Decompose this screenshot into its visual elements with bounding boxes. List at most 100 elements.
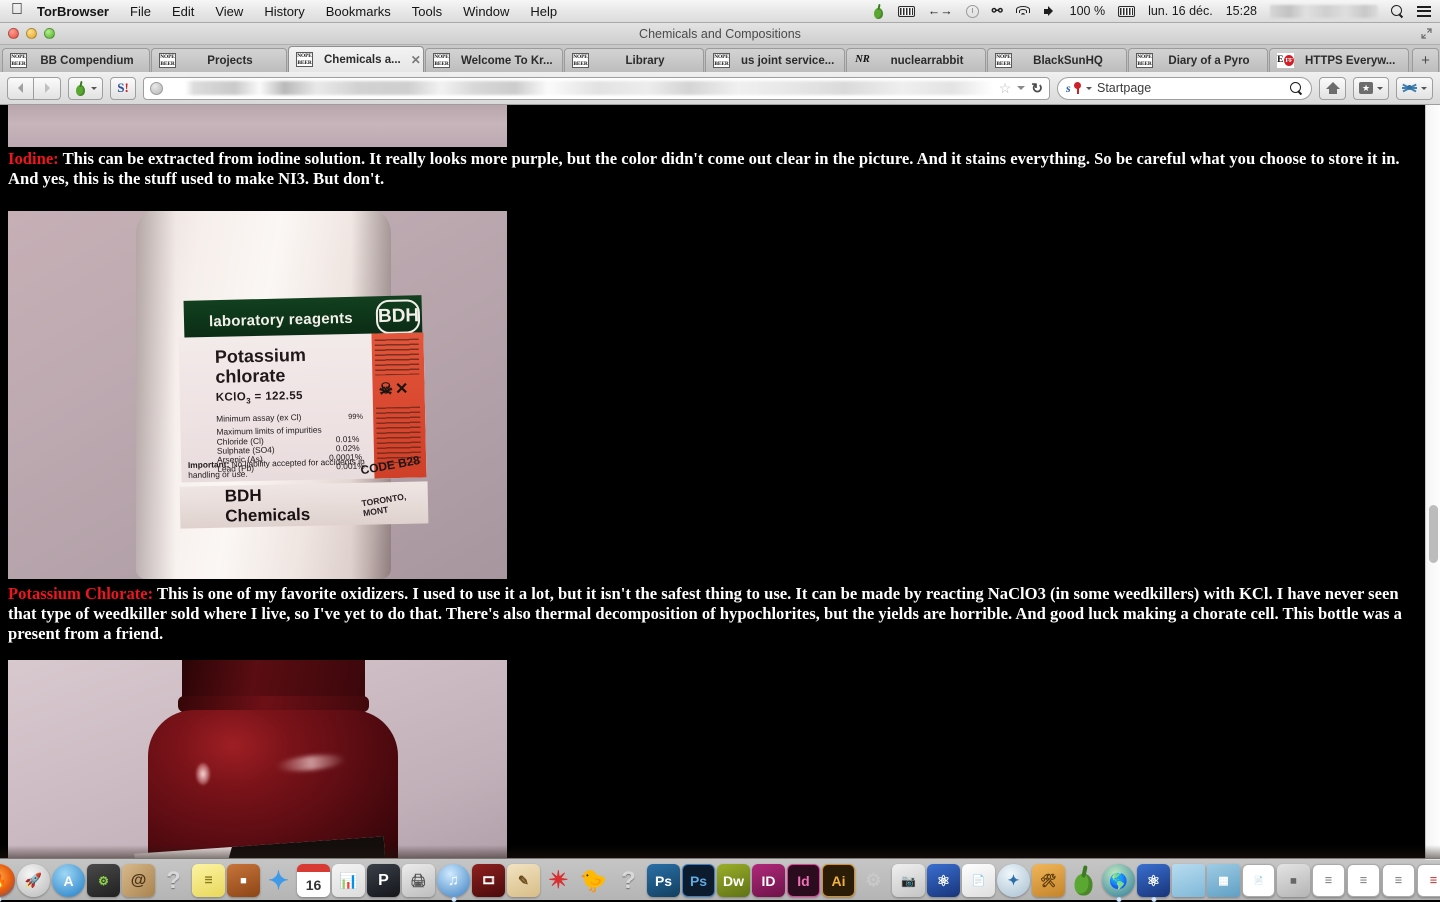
dock-item-photoshop[interactable]: Ps: [647, 864, 680, 897]
dock-item-text-editor[interactable]: ✎: [507, 864, 540, 897]
search-icon[interactable]: [1290, 82, 1303, 95]
minimize-button[interactable]: [26, 28, 37, 39]
user-name-redacted[interactable]: [1270, 5, 1378, 18]
tab-diary-of-a-pyro[interactable]: NOPEBEER Diary of a Pyro: [1128, 48, 1268, 72]
dock-item-calendar[interactable]: 16: [297, 864, 330, 897]
menu-item-edit[interactable]: Edit: [172, 4, 194, 19]
menu-item-tools[interactable]: Tools: [412, 4, 442, 19]
dock-item-transmission-2[interactable]: ⚛: [1137, 864, 1170, 897]
new-tab-button[interactable]: +: [1412, 48, 1439, 72]
menu-item-app[interactable]: TorBrowser: [37, 4, 109, 19]
search-bar[interactable]: s Startpage: [1057, 77, 1312, 100]
noscript-button[interactable]: [1396, 77, 1433, 100]
forward-arrow-icon[interactable]: [34, 77, 61, 100]
search-icon[interactable]: [1391, 5, 1404, 18]
tab-welcome-to-kr[interactable]: NOPEBEER Welcome To Kr...: [425, 48, 563, 72]
scrollbar-thumb[interactable]: [1429, 505, 1438, 563]
dock-item-address-book[interactable]: @: [122, 864, 155, 897]
dock-item-keynote[interactable]: ■: [227, 864, 260, 897]
tab-https-everywhere[interactable]: EFF HTTPS Everyw...: [1269, 48, 1409, 72]
battery-charging-icon[interactable]: [1118, 6, 1135, 17]
dock-item-app-store[interactable]: A: [52, 864, 85, 897]
tab-bb-compendium[interactable]: NOPEBEER BB Compendium: [2, 48, 150, 72]
label-assay-value: 99%: [348, 412, 363, 421]
window-traffic-lights: [8, 28, 55, 39]
dock-window-min-1[interactable]: 📄: [1242, 864, 1275, 897]
dock-item-numbers[interactable]: 📊: [332, 864, 365, 897]
menu-item-help[interactable]: Help: [530, 4, 557, 19]
dock-item-virtualbox[interactable]: ✴: [542, 864, 575, 897]
tab-library[interactable]: NOPEBEER Library: [564, 48, 704, 72]
tab-chemicals-and-compositions[interactable]: NOPEBEER Chemicals a... ✕: [288, 46, 424, 72]
menu-item-view[interactable]: View: [215, 4, 243, 19]
code-brackets-icon[interactable]: ←→: [928, 4, 953, 18]
url-input-redacted[interactable]: [169, 81, 993, 95]
dock-item-stickies[interactable]: ☰: [192, 864, 225, 897]
dock-item-indesign[interactable]: ID: [752, 864, 785, 897]
stumbleupon-button[interactable]: S!: [110, 77, 136, 100]
star-icon[interactable]: ☆: [999, 80, 1012, 97]
dock-item-photo-booth[interactable]: 🎞: [472, 864, 505, 897]
dock-item-duck-app[interactable]: 🐤: [577, 864, 610, 897]
dock-window-min-3[interactable]: ☰: [1312, 864, 1345, 897]
dock-item-utilities[interactable]: 🛠: [1032, 864, 1065, 897]
dock-item-firefox[interactable]: 🔥: [0, 864, 15, 897]
dock-item-photoshop-2[interactable]: Ps: [682, 864, 715, 897]
dock-item-transmission[interactable]: ⚛: [927, 864, 960, 897]
back-arrow-icon[interactable]: [7, 77, 34, 100]
dock-window-min-4[interactable]: ☰: [1347, 864, 1380, 897]
vertical-scrollbar[interactable]: [1425, 105, 1440, 860]
bookmarks-menu-button[interactable]: ★: [1353, 77, 1389, 100]
apple-logo-icon[interactable]: : [11, 2, 23, 18]
tab-nuclearrabbit[interactable]: NR nuclearrabbit: [846, 48, 986, 72]
menu-item-bookmarks[interactable]: Bookmarks: [326, 4, 391, 19]
menu-item-history[interactable]: History: [264, 4, 304, 19]
dock-item-dropbox[interactable]: ✦: [262, 864, 295, 897]
dock-item-help[interactable]: ?: [157, 864, 190, 897]
menu-item-window[interactable]: Window: [463, 4, 509, 19]
tab-close-icon[interactable]: ✕: [411, 54, 421, 66]
notification-list-icon[interactable]: [1417, 6, 1431, 17]
dock-item-itunes[interactable]: ♫: [437, 864, 470, 897]
dock-item-blender[interactable]: ⚙: [857, 864, 890, 897]
tab-blacksunhq[interactable]: NOPEBEER BlackSunHQ: [987, 48, 1127, 72]
reload-icon[interactable]: ↻: [1031, 80, 1043, 97]
onion-icon[interactable]: [872, 4, 885, 19]
dock-item-printer[interactable]: 🖨: [402, 864, 435, 897]
dock-item-help-2[interactable]: ?: [612, 864, 645, 897]
dock-window-min-5[interactable]: ☰: [1382, 864, 1415, 897]
dock-item-illustrator[interactable]: Ai: [822, 864, 855, 897]
close-button[interactable]: [8, 28, 19, 39]
dock-item-textedit-doc[interactable]: 📄: [962, 864, 995, 897]
dock-item-tor-browser[interactable]: [1067, 864, 1100, 897]
bluetooth-icon[interactable]: ⚯: [992, 3, 1003, 19]
chevron-down-icon[interactable]: [1086, 87, 1092, 90]
chevron-down-icon[interactable]: [1017, 86, 1025, 90]
nope-beer-favicon: NOPEBEER: [995, 53, 1012, 68]
home-button[interactable]: [1319, 77, 1346, 100]
url-address-bar[interactable]: ☆ ↻: [143, 77, 1050, 100]
dock-item-safari[interactable]: ✦: [997, 864, 1030, 897]
dock-item-folder-docs[interactable]: [1172, 864, 1205, 897]
dock-item-indesign-2[interactable]: Id: [787, 864, 820, 897]
wifi-icon[interactable]: [1016, 6, 1031, 17]
fullscreen-arrows-icon[interactable]: [1421, 28, 1432, 39]
dock-item-launchpad[interactable]: 🚀: [17, 864, 50, 897]
torbutton-button[interactable]: [68, 77, 103, 100]
dock-item-folder-windows[interactable]: ▦: [1207, 864, 1240, 897]
battery-icon[interactable]: [898, 6, 915, 17]
zoom-button[interactable]: [44, 28, 55, 39]
dock-item-iphoto[interactable]: 📷: [892, 864, 925, 897]
dock-window-min-6[interactable]: ☰: [1417, 864, 1440, 897]
dock-item-pages[interactable]: P: [367, 864, 400, 897]
tab-us-joint-service[interactable]: NOPEBEER us joint service...: [705, 48, 845, 72]
menu-item-file[interactable]: File: [130, 4, 151, 19]
dock-item-dreamweaver[interactable]: Dw: [717, 864, 750, 897]
search-input[interactable]: Startpage: [1097, 81, 1285, 95]
speaker-icon[interactable]: [1044, 6, 1057, 17]
time-machine-icon[interactable]: [966, 5, 979, 18]
dock-window-min-2[interactable]: ◼: [1277, 864, 1310, 897]
dock-item-android-tools[interactable]: ⚙: [87, 864, 120, 897]
dock-item-globe-app[interactable]: 🌎: [1102, 864, 1135, 897]
tab-projects[interactable]: NOPEBEER Projects: [151, 48, 287, 72]
